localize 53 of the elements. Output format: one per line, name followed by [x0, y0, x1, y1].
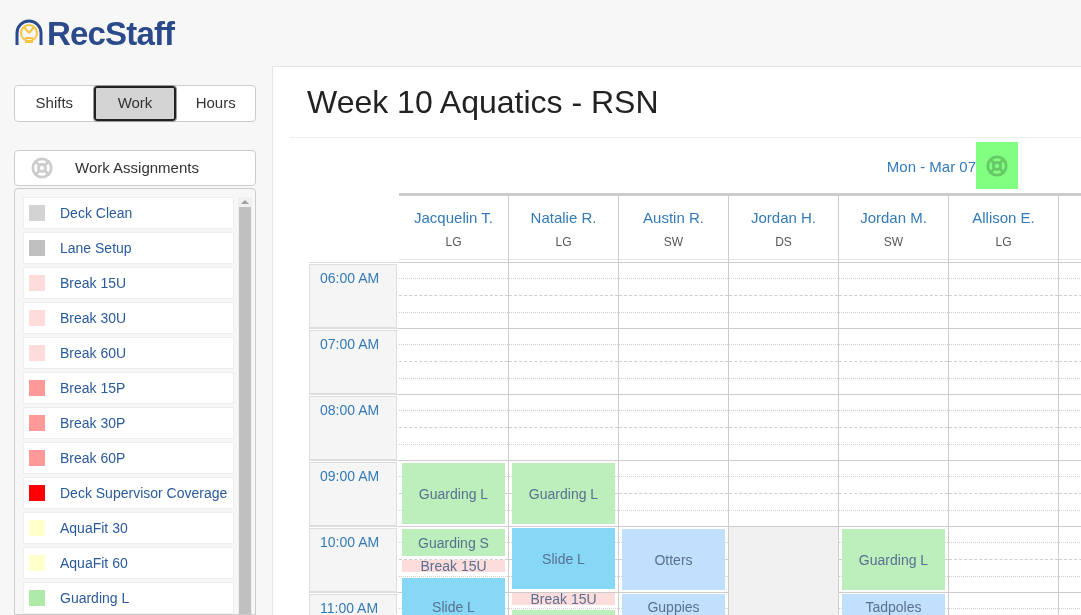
staff-role: SW: [663, 233, 684, 251]
logo-text: RecStaff: [47, 16, 175, 50]
view-tab[interactable]: Shifts: [15, 86, 94, 121]
day-label: Mon - Mar 07: [886, 157, 976, 178]
assignment-block[interactable]: Guarding L: [402, 463, 505, 524]
staff-name[interactable]: Jordan M.: [860, 207, 927, 230]
staff-role: DS: [775, 233, 792, 251]
assignment-item[interactable]: AquaFit 60: [23, 547, 234, 579]
staff-role: LG: [445, 233, 462, 251]
assignment-item[interactable]: Break 15U: [23, 267, 234, 299]
assignment-item[interactable]: Lane Setup: [23, 232, 234, 264]
staff-role: SW: [883, 233, 904, 251]
staff-name[interactable]: Austin R.: [643, 207, 704, 230]
view-tab[interactable]: Work: [93, 86, 177, 121]
time-label: 06:00 AM: [309, 264, 397, 328]
assignment-item[interactable]: Guarding L: [23, 582, 234, 614]
assignment-item[interactable]: Break 15P: [23, 372, 234, 404]
view-tab[interactable]: Hours: [176, 86, 255, 121]
assignments-header[interactable]: Work Assignments: [14, 150, 256, 186]
assignment-block[interactable]: Guppies: [622, 594, 725, 615]
scroll-up-icon[interactable]: [241, 197, 249, 207]
assignment-block[interactable]: Slide L: [402, 578, 505, 615]
assignment-block[interactable]: Break 15U: [512, 593, 615, 605]
lifebuoy-button[interactable]: [976, 142, 1018, 189]
scrollbar[interactable]: [238, 197, 252, 614]
assignment-item[interactable]: Break 60U: [23, 337, 234, 369]
lifebuoy-icon: [986, 154, 1008, 177]
staff-role: LG: [555, 233, 572, 251]
lifebuoy-icon: [31, 157, 53, 179]
assignment-item[interactable]: Break 30P: [23, 407, 234, 439]
assignment-item[interactable]: Break 30U: [23, 302, 234, 334]
time-label: 08:00 AM: [309, 396, 397, 460]
assignment-block[interactable]: Otters: [622, 529, 725, 590]
assignment-item[interactable]: Deck Supervisor Coverage: [23, 477, 234, 509]
staff-name[interactable]: Jacquelin T.: [414, 207, 493, 230]
assignment-item[interactable]: AquaFit 30: [23, 512, 234, 544]
staff-name[interactable]: Allison E.: [972, 207, 1035, 230]
assignment-item[interactable]: Deck Clean: [23, 197, 234, 229]
staff-role: LG: [995, 233, 1012, 251]
assignment-block[interactable]: Guarding L: [512, 463, 615, 524]
assignment-block[interactable]: Break 15U: [402, 560, 505, 572]
time-label: 07:00 AM: [309, 330, 397, 394]
assignment-block[interactable]: Guarding L: [842, 529, 945, 590]
page-title: Week 10 Aquatics - RSN: [307, 86, 659, 118]
time-label: 10:00 AM: [309, 528, 397, 592]
staff-name[interactable]: Jordan H.: [750, 207, 816, 230]
time-label: 09:00 AM: [309, 462, 397, 526]
assignment-block[interactable]: Guarding S: [402, 529, 505, 556]
assignment-block[interactable]: Tadpoles: [842, 594, 945, 615]
assignment-item[interactable]: Break 60P: [23, 442, 234, 474]
staff-name[interactable]: Natalie R.: [530, 207, 597, 230]
assignment-block[interactable]: Slide L: [512, 528, 615, 589]
time-label: 11:00 AM: [309, 594, 397, 615]
